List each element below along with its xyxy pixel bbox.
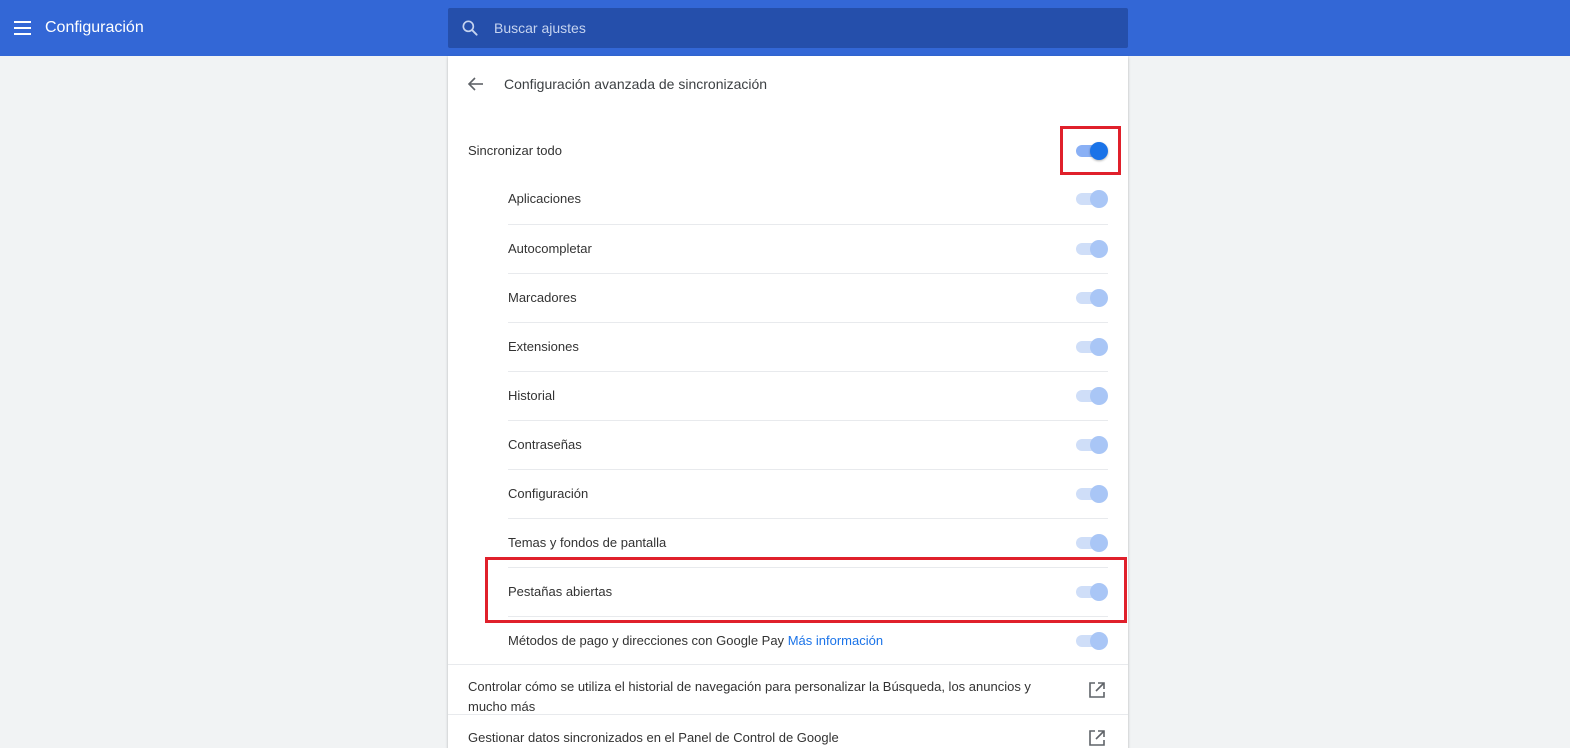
sync-item-label: Métodos de pago y direcciones con Google…	[508, 617, 883, 665]
activity-controls-text: Controlar cómo se utiliza el historial d…	[468, 679, 1031, 714]
google-dashboard-link[interactable]: Gestionar datos sincronizados en el Pane…	[448, 714, 1128, 748]
activity-controls-link[interactable]: Controlar cómo se utiliza el historial d…	[448, 664, 1128, 714]
sync-extensions-toggle[interactable]	[1074, 338, 1108, 356]
subpage-title: Configuración avanzada de sincronización	[504, 76, 768, 92]
sync-item-label: Autocompletar	[508, 241, 592, 256]
sync-item-settings: Configuración	[508, 469, 1108, 517]
sync-open-tabs-toggle[interactable]	[1074, 583, 1108, 601]
external-link-icon	[1089, 730, 1105, 746]
sync-bookmarks-toggle[interactable]	[1074, 289, 1108, 307]
sync-passwords-toggle[interactable]	[1074, 436, 1108, 454]
sync-settings-card: Configuración avanzada de sincronización…	[448, 56, 1128, 748]
menu-icon[interactable]	[13, 18, 33, 38]
top-bar: Configuración	[0, 0, 1570, 56]
sync-item-open-tabs: Pestañas abiertas	[508, 567, 1108, 615]
search-icon	[462, 20, 478, 36]
sync-item-apps: Aplicaciones	[508, 175, 1108, 223]
sync-item-label: Configuración	[508, 486, 589, 501]
sync-themes-toggle[interactable]	[1074, 534, 1108, 552]
sync-item-passwords: Contraseñas	[508, 420, 1108, 468]
sync-item-payments: Métodos de pago y direcciones con Google…	[508, 616, 1108, 664]
sync-apps-toggle[interactable]	[1074, 190, 1108, 208]
sync-item-autofill: Autocompletar	[508, 224, 1108, 272]
sync-item-history: Historial	[508, 371, 1108, 419]
sync-all-label: Sincronizar todo	[468, 143, 562, 158]
sync-payments-toggle[interactable]	[1074, 632, 1108, 650]
external-link-icon	[1089, 682, 1105, 698]
sync-item-extensions: Extensiones	[508, 322, 1108, 370]
sync-all-row: Sincronizar todo	[448, 127, 1128, 175]
sync-item-label: Temas y fondos de pantalla	[508, 535, 667, 550]
subpage-header: Configuración avanzada de sincronización	[448, 56, 1128, 112]
sync-item-label: Pestañas abiertas	[508, 584, 613, 599]
sync-item-label: Contraseñas	[508, 437, 582, 452]
sync-item-themes: Temas y fondos de pantalla	[508, 518, 1108, 566]
sync-item-label: Historial	[508, 388, 555, 403]
sync-settings-toggle[interactable]	[1074, 485, 1108, 503]
app-title: Configuración	[45, 19, 144, 36]
sync-all-toggle[interactable]	[1074, 142, 1108, 160]
sync-item-bookmarks: Marcadores	[508, 273, 1108, 321]
learn-more-link[interactable]: Más información	[788, 633, 883, 648]
sync-item-label: Extensiones	[508, 339, 579, 354]
search-input[interactable]	[494, 8, 1094, 48]
sync-item-label: Aplicaciones	[508, 191, 581, 206]
search-box[interactable]	[448, 8, 1128, 48]
google-dashboard-text: Gestionar datos sincronizados en el Pane…	[468, 730, 839, 745]
sync-item-label: Marcadores	[508, 290, 577, 305]
sync-history-toggle[interactable]	[1074, 387, 1108, 405]
payments-label: Métodos de pago y direcciones con Google…	[508, 633, 785, 648]
sync-autofill-toggle[interactable]	[1074, 240, 1108, 258]
back-arrow-icon[interactable]	[466, 74, 486, 94]
